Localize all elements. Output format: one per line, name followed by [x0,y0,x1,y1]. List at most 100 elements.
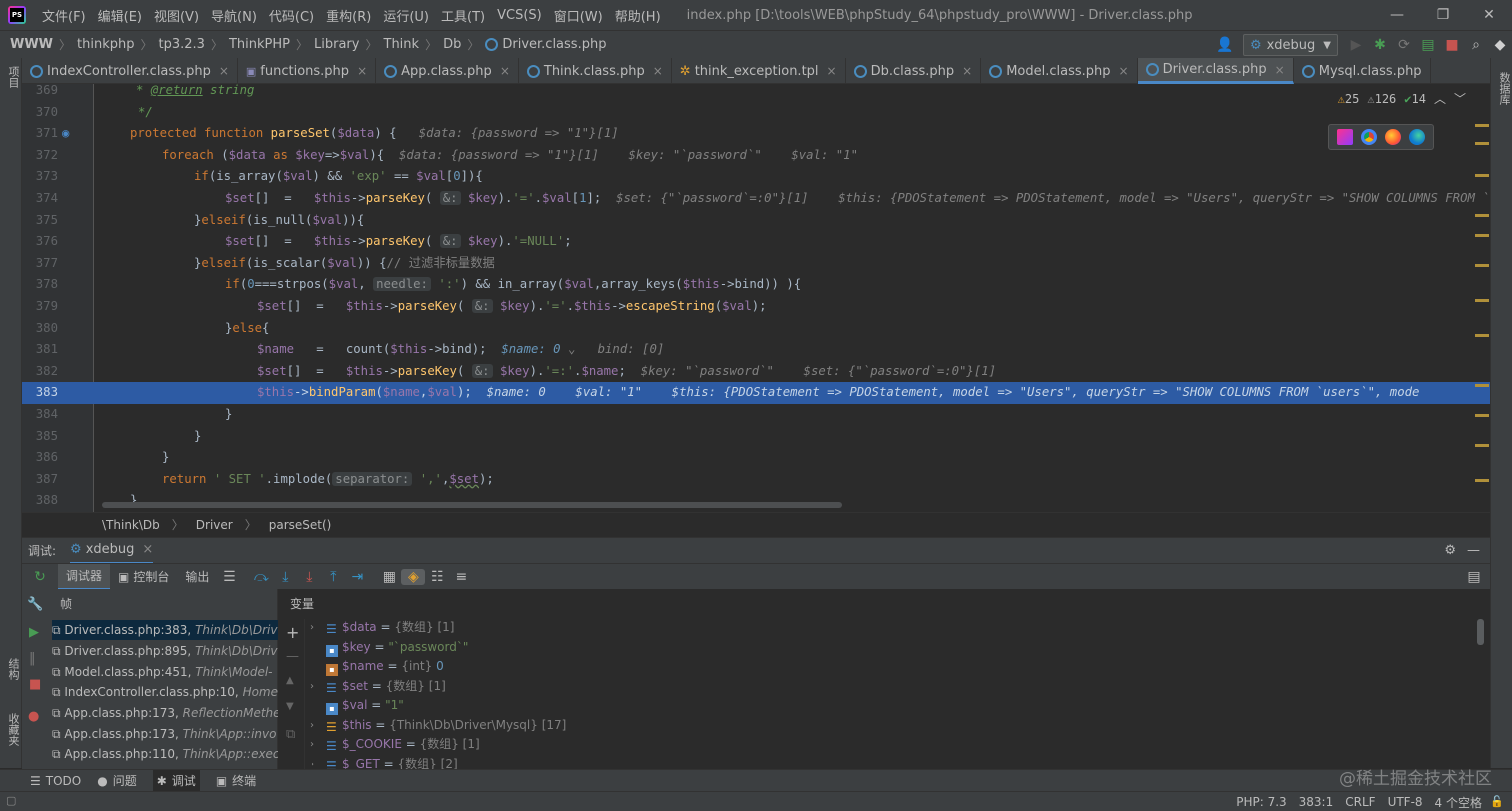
database-tool-label[interactable]: 数据库 [1496,72,1512,105]
terminal-tool[interactable]: ▣ 终端 [216,772,256,789]
layout-toggle-icon[interactable]: ▢ [6,794,16,807]
project-tool-label[interactable]: 项目 [5,66,21,88]
structure-tool-label[interactable]: 结构 [5,658,21,680]
expand-arrow-icon[interactable]: › [312,755,314,769]
close-tab-icon[interactable]: × [500,64,510,78]
expand-arrow-icon[interactable]: › [310,735,314,755]
profiler-icon[interactable]: ▤ [1416,33,1440,57]
debug-session-tab[interactable]: ⚙ xdebug × [70,538,154,564]
restore-icon[interactable]: ❐ [1420,0,1466,30]
menu-help[interactable]: 帮助(H) [609,6,667,25]
close-tab-icon[interactable]: × [219,64,229,78]
stop-icon[interactable]: ■ [29,677,41,692]
jetbrains-icon[interactable]: ◆ [1488,33,1512,57]
resume-icon[interactable]: ▶ [29,625,39,640]
close-tab-icon[interactable]: × [653,64,663,78]
horizontal-scrollbar[interactable] [102,502,842,508]
breadcrumb-library[interactable]: Library [314,37,359,52]
tab-functions[interactable]: ▣ functions.php × [238,58,377,84]
breadcrumb-class[interactable]: Driver [196,518,233,532]
breadcrumb-db[interactable]: Db [443,37,461,52]
warning-stripe[interactable] [1475,414,1489,417]
frame-row[interactable]: ⧉ Model.class.php:451, Think\Model- [52,662,278,682]
tab-output[interactable]: 输出 [177,564,217,590]
list-icon[interactable]: ☷ [425,569,449,585]
close-tab-icon[interactable]: × [357,64,367,78]
lock-icon[interactable]: 🔓 [1490,795,1504,808]
settings-list-icon[interactable]: ≡ [449,569,473,585]
menu-lines-icon[interactable]: ☰ [217,569,241,585]
expand-arrow-icon[interactable]: › [310,716,314,736]
tab-driver[interactable]: Driver.class.php × [1137,58,1294,84]
move-down-icon[interactable]: ▼ [286,701,294,712]
phpstorm-browser-icon[interactable] [1337,129,1353,145]
code-editor[interactable]: 369 * @return string 370 */ 371 ◉ protected … [22,84,1490,512]
menu-navigate[interactable]: 导航(N) [205,6,263,25]
chevron-up-icon[interactable]: ︿ [1434,90,1446,107]
menu-file[interactable]: 文件(F) [36,6,92,25]
rerun-icon[interactable]: ↻ [28,569,52,585]
chrome-icon[interactable] [1361,129,1377,145]
warning-stripe[interactable] [1475,479,1489,482]
warning-stripe[interactable] [1475,264,1489,267]
expand-arrow-icon[interactable]: › [310,677,314,697]
tab-model[interactable]: Model.class.php × [981,58,1138,84]
vertical-scrollbar[interactable] [1477,619,1484,645]
frame-row[interactable]: ⧉ App.class.php:173, Think\App::invo [52,724,278,744]
warning-stripe[interactable] [1475,124,1489,127]
variable-row[interactable]: › ☰ $set = {数组} [1] [310,677,446,697]
user-icon[interactable]: 👤 [1213,33,1237,57]
minimize-panel-icon[interactable]: — [1467,543,1480,558]
close-tab-icon[interactable]: × [827,64,837,78]
search-icon[interactable]: ⌕ [1464,33,1488,57]
edge-icon[interactable] [1409,129,1425,145]
implements-gutter-icon[interactable]: ◉ [62,123,69,145]
gear-icon[interactable]: ⚙ [1444,543,1456,558]
run-to-cursor-icon[interactable]: ⇥ [345,569,369,585]
warning-stripe[interactable] [1475,334,1489,337]
php-version[interactable]: PHP: 7.3 [1236,795,1286,809]
watch-icon[interactable]: ◈ [401,568,426,585]
favorites-tool-label[interactable]: 收藏夹 [5,713,21,746]
wrench-icon[interactable]: 🔧 [27,597,43,612]
tab-console[interactable]: ▣ 控制台 [110,564,177,590]
variable-row[interactable]: ▪ $val = "1" [312,696,404,716]
step-out-icon[interactable]: ⤒ [321,569,345,585]
warning-stripe[interactable] [1475,174,1489,177]
warning-stripe[interactable] [1475,299,1489,302]
variable-row[interactable]: ▪ $name = {int} 0 [312,657,444,677]
warning-stripe[interactable] [1475,142,1489,145]
tab-db[interactable]: Db.class.php × [846,58,982,84]
indent-setting[interactable]: 4 个空格 [1435,794,1482,811]
line-separator[interactable]: CRLF [1345,795,1375,809]
move-up-icon[interactable]: ▲ [286,675,294,686]
menu-tools[interactable]: 工具(T) [435,6,491,25]
close-tab-icon[interactable]: × [1275,63,1285,77]
run-config-select[interactable]: ⚙ xdebug ▼ [1242,34,1338,56]
variable-row[interactable]: ▪ $key = "`password`" [312,638,468,658]
close-icon[interactable]: ✕ [1466,0,1512,30]
menu-vcs[interactable]: VCS(S) [491,8,548,23]
file-encoding[interactable]: UTF-8 [1388,795,1423,809]
close-tab-icon[interactable]: × [962,64,972,78]
breadcrumb-thinkphp-dir[interactable]: ThinkPHP [229,37,290,52]
frame-row[interactable]: ⧉ Driver.class.php:383, Think\Db\Drive [52,620,278,640]
tab-think[interactable]: Think.class.php × [519,58,672,84]
menu-view[interactable]: 视图(V) [148,6,205,25]
menu-edit[interactable]: 编辑(E) [92,6,148,25]
variable-row[interactable]: › ☰ $data = {数组} [1] [310,618,454,638]
inspection-widget[interactable]: ⚠25 ⚠126 ✔14 ︿ ﹀ [1338,90,1466,107]
warning-stripe[interactable] [1475,384,1489,387]
debug-bug-icon[interactable]: ✱ [1368,33,1392,57]
menu-code[interactable]: 代码(C) [263,6,320,25]
breadcrumb-think[interactable]: Think [384,37,420,52]
tab-indexcontroller[interactable]: IndexController.class.php × [22,58,238,84]
tab-think-exception[interactable]: ✲ think_exception.tpl × [672,58,846,84]
breakpoints-icon[interactable]: ● [28,709,39,724]
variable-row[interactable]: › ☰ $this = {Think\Db\Driver\Mysql} [17] [310,716,566,736]
frame-row[interactable]: ⧉ App.class.php:110, Think\App::exec [52,744,278,764]
warning-stripe[interactable] [1475,444,1489,447]
breadcrumb-www[interactable]: WWW [10,37,53,52]
variable-row[interactable]: › ☰ $_COOKIE = {数组} [1] [310,735,480,755]
chevron-down-icon[interactable]: ﹀ [1454,90,1466,107]
